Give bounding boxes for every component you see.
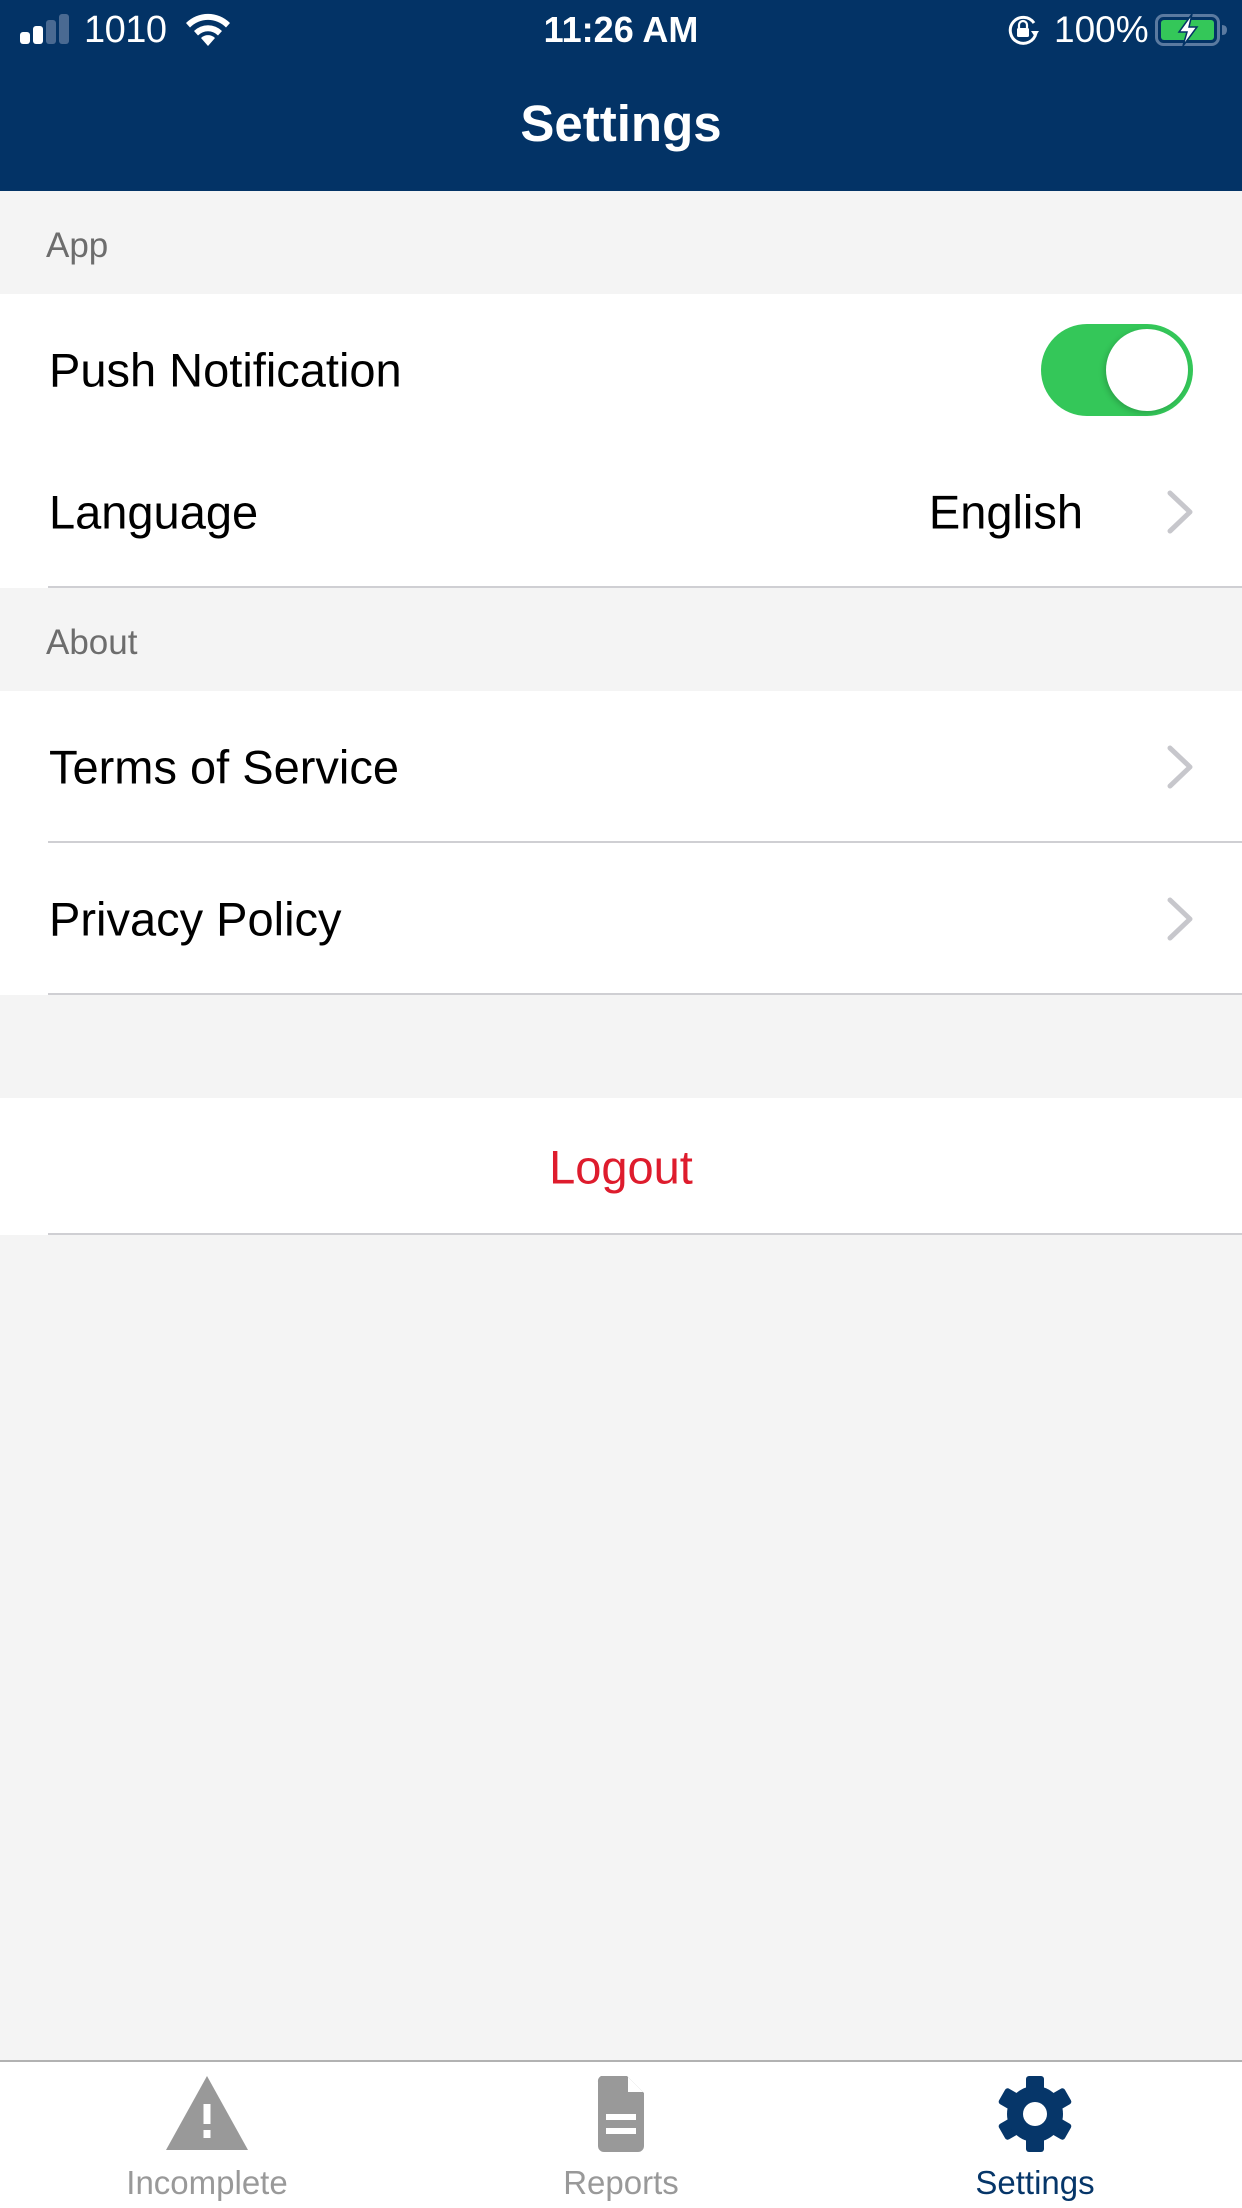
language-row[interactable]: Language English — [0, 436, 1242, 588]
push-notification-label: Push Notification — [49, 343, 402, 397]
language-value: English — [928, 485, 1083, 539]
tab-label: Reports — [563, 2164, 679, 2201]
page-title: Settings — [520, 95, 722, 152]
push-notification-row: Push Notification — [0, 294, 1242, 446]
warning-triangle-icon — [166, 2076, 248, 2150]
chevron-right-icon — [1167, 897, 1193, 941]
battery-charging-icon — [1155, 14, 1227, 46]
push-notification-toggle[interactable] — [1041, 324, 1193, 416]
section-header-app: App — [0, 191, 1242, 294]
privacy-policy-label: Privacy Policy — [49, 892, 342, 946]
battery-percent: 100% — [1054, 9, 1149, 50]
section-header-about: About — [0, 588, 1242, 691]
tab-incomplete[interactable]: Incomplete — [0, 2062, 414, 2208]
tab-label: Settings — [975, 2164, 1095, 2201]
language-label: Language — [49, 485, 259, 539]
tab-label: Incomplete — [126, 2164, 288, 2201]
navigation-bar: 1010 11:26 AM 100% Settings — [0, 0, 1242, 191]
rotation-lock-icon — [1008, 15, 1039, 45]
section-header-label: App — [46, 226, 109, 265]
chevron-right-icon — [1167, 490, 1193, 534]
tab-settings[interactable]: Settings — [828, 2062, 1242, 2208]
chevron-right-icon — [1167, 745, 1193, 789]
section-header-label: About — [46, 623, 138, 662]
settings-screen: 1010 11:26 AM 100% Settings App Push Not… — [0, 0, 1242, 2208]
gear-icon — [998, 2076, 1072, 2152]
terms-of-service-row[interactable]: Terms of Service — [0, 691, 1242, 843]
privacy-policy-row[interactable]: Privacy Policy — [0, 843, 1242, 995]
terms-of-service-label: Terms of Service — [49, 740, 399, 794]
tab-bar: Incomplete Reports Settings — [0, 2060, 1242, 2208]
logout-button[interactable]: Logout — [0, 1098, 1242, 1235]
row-separator — [48, 993, 1242, 995]
row-separator — [48, 1233, 1242, 1235]
document-icon — [597, 2076, 644, 2152]
toggle-knob — [1106, 329, 1188, 411]
status-bar: 1010 11:26 AM 100% — [0, 0, 1242, 60]
logout-label: Logout — [549, 1140, 693, 1193]
tab-reports[interactable]: Reports — [414, 2062, 828, 2208]
